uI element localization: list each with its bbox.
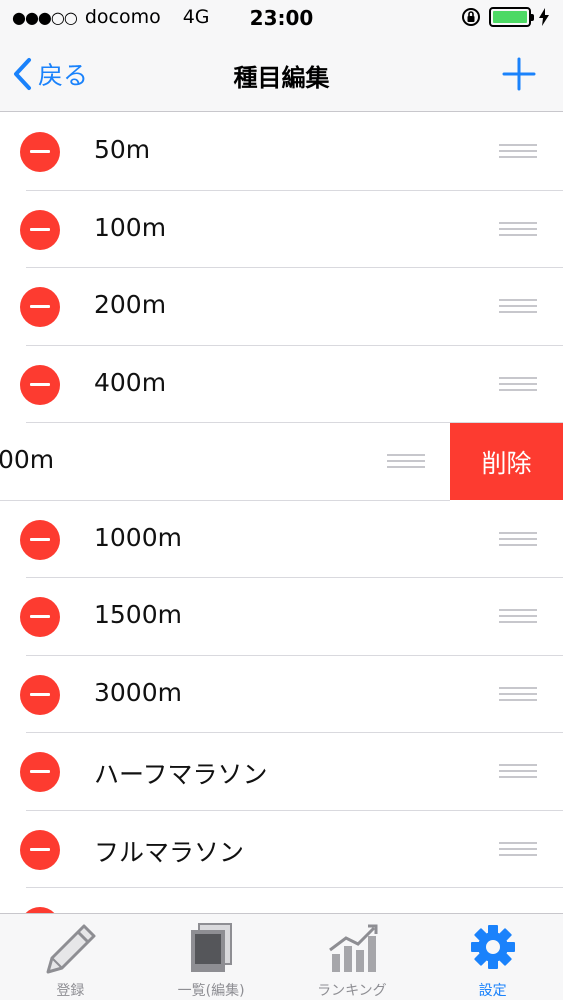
event-label: 100m — [94, 212, 167, 242]
event-label: 3000m — [94, 677, 182, 707]
event-label: 00m — [0, 445, 55, 474]
reorder-handle-icon[interactable] — [499, 841, 537, 858]
status-bar: ●●●○○ docomo 4G 23:00 — [0, 0, 563, 38]
navigation-bar: 戻る 種目編集 — [0, 38, 563, 112]
delete-circle-icon[interactable] — [20, 674, 60, 715]
event-row[interactable]: 400m — [0, 345, 563, 423]
event-label: ハーフマラソン — [94, 760, 268, 789]
photos-icon — [191, 923, 233, 972]
event-row[interactable]: 100m — [0, 190, 563, 268]
delete-circle-icon[interactable] — [20, 364, 60, 405]
chart-icon — [328, 924, 378, 972]
delete-circle-icon[interactable] — [20, 519, 60, 560]
tab-register[interactable]: 登録 — [0, 914, 141, 1000]
reorder-handle-icon[interactable] — [499, 144, 537, 160]
reorder-handle-icon[interactable] — [499, 376, 537, 393]
tab-bar: 登録 一覧(編集) ランキング 設定 — [0, 913, 563, 1000]
reorder-handle-icon[interactable] — [387, 454, 425, 470]
delete-circle-icon[interactable] — [20, 132, 60, 172]
delete-circle-icon[interactable] — [20, 752, 60, 792]
swipe-delete-button[interactable]: 削除 — [450, 423, 563, 500]
event-row[interactable]: 1500m — [0, 578, 563, 656]
event-label: 200m — [94, 290, 167, 319]
gear-icon — [470, 925, 515, 969]
reorder-handle-icon[interactable] — [499, 609, 537, 625]
battery-icon — [489, 7, 534, 27]
charging-icon — [539, 8, 549, 26]
delete-circle-icon[interactable] — [20, 597, 60, 637]
event-row[interactable]: ハーフマラソン — [0, 733, 563, 811]
event-row[interactable]: フルマラソン — [0, 810, 563, 888]
tab-ranking[interactable]: ランキング — [282, 914, 423, 1000]
tab-settings[interactable]: 設定 — [422, 914, 563, 1000]
event-row[interactable]: 1000m — [0, 500, 563, 578]
event-row[interactable]: 3000m — [0, 655, 563, 733]
reorder-handle-icon[interactable] — [499, 221, 537, 238]
tab-label: 一覧(編集) — [177, 983, 245, 999]
pencil-icon — [46, 924, 96, 974]
tab-label: 設定 — [478, 983, 507, 999]
delete-circle-icon[interactable] — [20, 829, 60, 870]
event-row[interactable]: 50m — [0, 113, 563, 191]
reorder-handle-icon[interactable] — [499, 531, 537, 548]
event-label: 1000m — [94, 522, 182, 552]
rotation-lock-icon — [462, 8, 480, 26]
event-label: 400m — [94, 367, 167, 397]
reorder-handle-icon[interactable] — [499, 764, 537, 780]
event-list: 50m 100m 200m 400m 00m 削除 1000m 1500m 3000m ハーフマラ… — [0, 113, 563, 913]
event-label: 50m — [94, 135, 151, 164]
tab-label: 登録 — [56, 983, 85, 999]
event-row[interactable]: 00m 削除 — [0, 423, 563, 501]
page-title: 種目編集 — [233, 64, 330, 92]
tab-label: ランキング — [317, 983, 387, 999]
reorder-handle-icon[interactable] — [499, 686, 537, 703]
reorder-handle-icon[interactable] — [499, 299, 537, 315]
screen: ●●●○○ docomo 4G 23:00 戻る 種目編集 50m 100m 2… — [0, 0, 563, 1000]
event-row-partial[interactable] — [0, 888, 563, 913]
delete-circle-icon[interactable] — [20, 209, 60, 250]
tab-list-edit[interactable]: 一覧(編集) — [141, 914, 282, 1000]
status-right — [461, 7, 549, 27]
event-label: 1500m — [94, 600, 182, 629]
event-label: フルマラソン — [94, 837, 245, 867]
add-event-button[interactable] — [501, 56, 537, 92]
delete-circle-icon[interactable] — [20, 287, 60, 327]
event-row[interactable]: 200m — [0, 268, 563, 346]
